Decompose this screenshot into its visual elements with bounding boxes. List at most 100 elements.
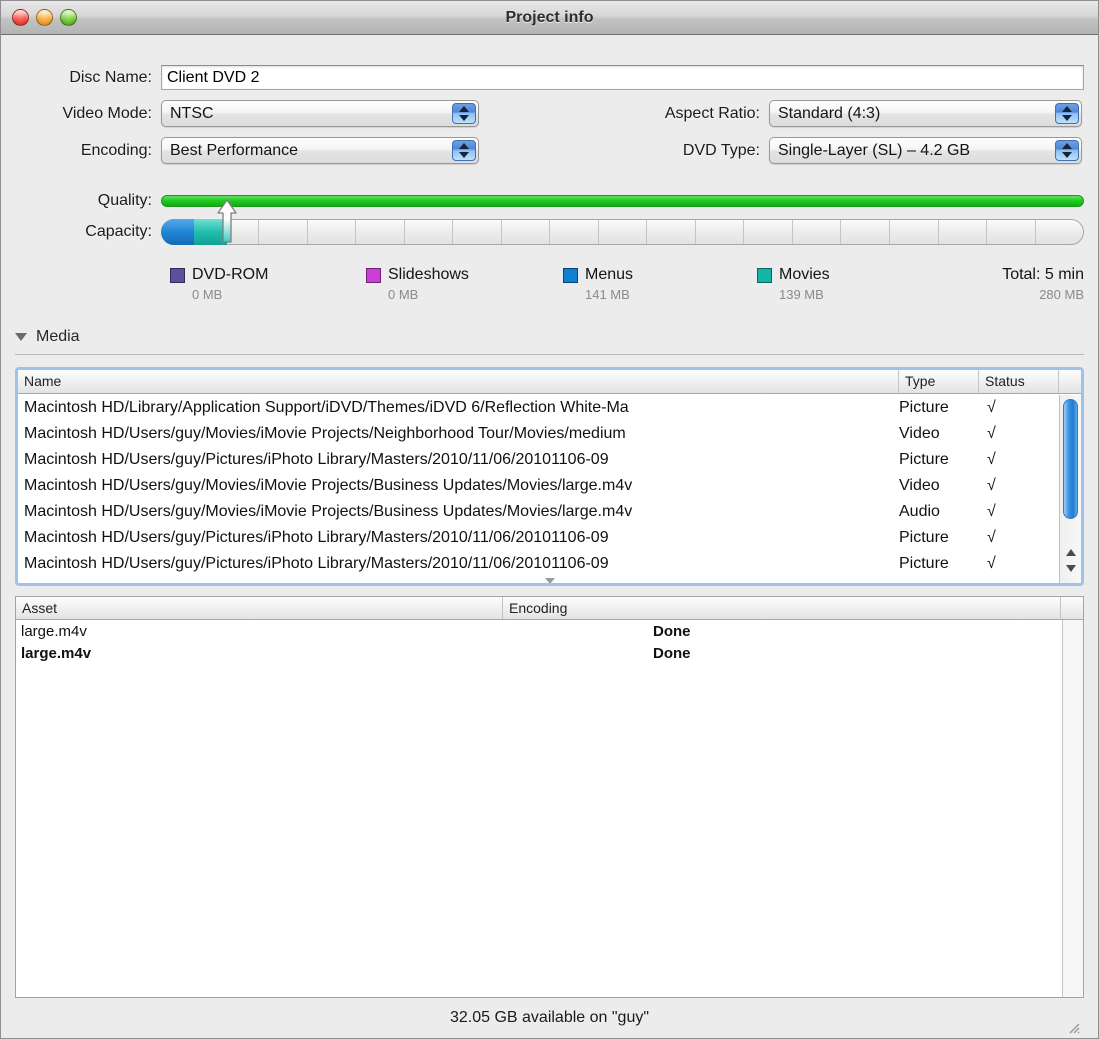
capacity-marker-icon (216, 199, 238, 243)
capacity-legend: DVD-ROM 0 MB Slideshows 0 MB Menus 141 M… (15, 266, 1084, 302)
encoding-row: Encoding: Best Performance (15, 137, 507, 164)
media-scrollbar-thumb[interactable] (1063, 399, 1078, 519)
video-mode-value: NTSC (170, 104, 214, 122)
legend-size-slideshows: 0 MB (388, 287, 419, 302)
capacity-tick (647, 220, 696, 244)
table-row[interactable]: Macintosh HD/Users/guy/Pictures/iPhoto L… (18, 551, 1081, 577)
table-row[interactable]: Macintosh HD/Users/guy/Movies/iMovie Pro… (18, 499, 1081, 525)
asset-name-cell: large.m4v (21, 644, 92, 662)
table-cell: Picture (899, 555, 949, 572)
meters-section: Quality: Capacity: (15, 192, 1084, 254)
dvd-type-select[interactable]: Single-Layer (SL) – 4.2 GB (769, 137, 1082, 164)
media-scrollbar[interactable] (1059, 395, 1081, 583)
capacity-tick (987, 220, 1036, 244)
media-scroll-arrows[interactable] (1060, 543, 1081, 583)
table-cell: √ (987, 451, 996, 468)
capacity-segment-menus (161, 219, 195, 245)
quality-row: Quality: (15, 192, 1084, 210)
asset-column-encoding[interactable]: Encoding (503, 597, 1061, 619)
capacity-tick (890, 220, 939, 244)
chevron-updown-icon[interactable] (452, 140, 476, 161)
capacity-track (161, 219, 1084, 245)
legend-size-menus: 141 MB (585, 287, 630, 302)
chevron-updown-icon[interactable] (452, 103, 476, 124)
media-column-name[interactable]: Name (18, 370, 899, 393)
table-cell: Video (899, 425, 940, 442)
disc-name-row: Disc Name: Client DVD 2 (15, 65, 1084, 90)
media-section-label: Media (36, 328, 80, 345)
project-settings-form: Disc Name: Client DVD 2 Video Mode: NTSC (15, 65, 1084, 174)
resize-grip-icon[interactable] (1066, 1020, 1080, 1034)
splitter-handle[interactable] (544, 578, 555, 583)
table-row[interactable]: Macintosh HD/Users/guy/Pictures/iPhoto L… (18, 525, 1081, 551)
legend-item-movies: Movies 139 MB (757, 266, 907, 302)
capacity-tick (356, 220, 405, 244)
table-row[interactable]: Macintosh HD/Users/guy/Movies/iMovie Pro… (18, 421, 1081, 447)
encoding-select[interactable]: Best Performance (161, 137, 479, 164)
legend-label-menus: Menus (585, 266, 634, 283)
table-cell: Macintosh HD/Users/guy/Pictures/iPhoto L… (24, 555, 609, 572)
capacity-tick (939, 220, 988, 244)
table-cell: √ (987, 399, 996, 416)
table-cell: Picture (899, 399, 949, 416)
quality-meter (161, 195, 1084, 207)
table-cell: Macintosh HD/Users/guy/Movies/iMovie Pro… (24, 477, 633, 494)
capacity-tick (453, 220, 502, 244)
legend-swatch-dvd-rom (170, 267, 185, 283)
table-row[interactable]: large.m4v Done (16, 620, 1083, 642)
legend-swatch-slideshows (366, 267, 381, 283)
video-mode-row: Video Mode: NTSC (15, 100, 507, 127)
dvd-type-row: DVD Type: Single-Layer (SL) – 4.2 GB (617, 137, 1084, 164)
scroll-down-icon[interactable] (1066, 565, 1076, 572)
table-row[interactable]: Macintosh HD/Users/guy/Pictures/iPhoto L… (18, 447, 1081, 473)
quality-label: Quality: (97, 192, 152, 209)
asset-scrollbar[interactable] (1062, 620, 1083, 997)
video-mode-select[interactable]: NTSC (161, 100, 479, 127)
asset-encoding-cell: Done (653, 622, 691, 640)
asset-table-header: Asset Encoding (16, 597, 1083, 620)
capacity-tick (599, 220, 648, 244)
legend-label-movies: Movies (779, 266, 830, 283)
legend-label-slideshows: Slideshows (388, 266, 469, 283)
legend-item-slideshows: Slideshows 0 MB (366, 266, 563, 302)
disc-name-label: Disc Name: (69, 68, 152, 86)
table-cell: √ (987, 503, 996, 520)
capacity-tick (502, 220, 551, 244)
table-cell: Macintosh HD/Users/guy/Pictures/iPhoto L… (24, 451, 609, 468)
table-cell: Macintosh HD/Library/Application Support… (24, 399, 629, 416)
disk-space-status: 32.05 GB available on "guy" (449, 1009, 650, 1026)
table-row[interactable]: Macintosh HD/Users/guy/Movies/iMovie Pro… (18, 473, 1081, 499)
legend-item-menus: Menus 141 MB (563, 266, 757, 302)
asset-encoding-cell: Done (653, 644, 691, 662)
media-disclosure[interactable]: Media (15, 328, 1084, 346)
media-table[interactable]: Name Type Status Macintosh HD/Library/Ap… (15, 367, 1084, 586)
window-title: Project info (505, 8, 594, 26)
capacity-label: Capacity: (85, 223, 152, 240)
encoding-value: Best Performance (170, 141, 299, 159)
disc-name-input[interactable]: Client DVD 2 (161, 65, 1084, 90)
legend-swatch-movies (757, 267, 772, 283)
asset-table[interactable]: Asset Encoding large.m4v Done large.m4v Don… (15, 596, 1084, 998)
media-column-type[interactable]: Type (899, 370, 979, 393)
triangle-down-icon[interactable] (15, 333, 27, 341)
capacity-row: Capacity: (15, 199, 1084, 245)
chevron-updown-icon[interactable] (1055, 103, 1079, 124)
capacity-tick (1036, 220, 1083, 244)
aspect-ratio-select[interactable]: Standard (4:3) (769, 100, 1082, 127)
table-row[interactable]: large.m4v Done (16, 642, 1083, 664)
chevron-updown-icon[interactable] (1055, 140, 1079, 161)
asset-column-asset[interactable]: Asset (16, 597, 503, 619)
asset-table-body: large.m4v Done large.m4v Done (16, 620, 1083, 664)
capacity-tick (259, 220, 308, 244)
table-cell: Macintosh HD/Users/guy/Movies/iMovie Pro… (24, 425, 626, 442)
capacity-tick (308, 220, 357, 244)
capacity-tick (550, 220, 599, 244)
legend-total-label: Total: 5 min (1002, 266, 1084, 283)
scroll-up-icon[interactable] (1066, 549, 1076, 556)
table-cell: Macintosh HD/Users/guy/Pictures/iPhoto L… (24, 529, 609, 546)
video-mode-label: Video Mode: (62, 104, 152, 122)
table-row[interactable]: Macintosh HD/Library/Application Support… (18, 395, 1081, 421)
table-cell: Macintosh HD/Users/guy/Movies/iMovie Pro… (24, 503, 633, 520)
legend-item-dvd-rom: DVD-ROM 0 MB (170, 266, 366, 302)
media-column-status[interactable]: Status (979, 370, 1059, 393)
